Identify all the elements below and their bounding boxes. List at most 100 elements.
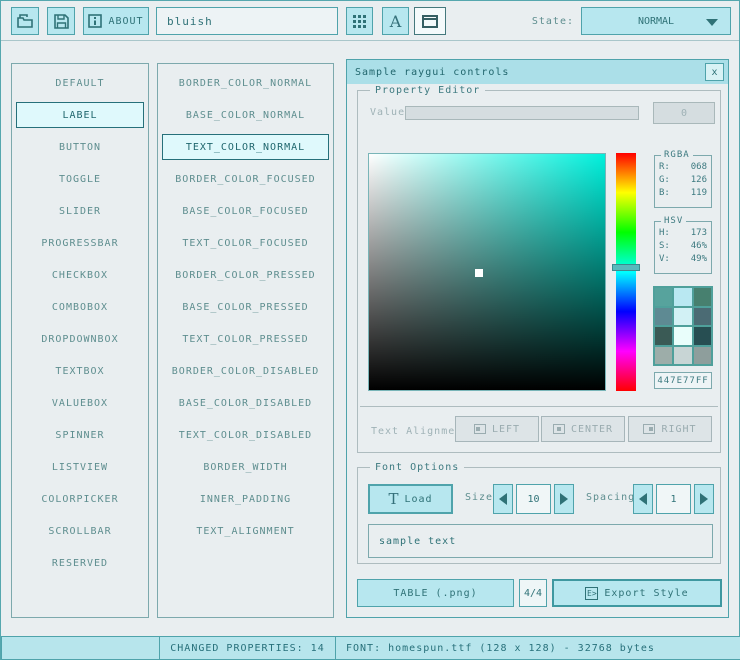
- status-changed-properties: CHANGED PROPERTIES: 14: [159, 636, 336, 660]
- chevron-left-icon: [639, 493, 647, 505]
- swatch-grid: [653, 286, 713, 366]
- r-label: R:: [659, 162, 670, 172]
- color-swatch[interactable]: [694, 308, 711, 326]
- color-swatch[interactable]: [694, 347, 711, 365]
- size-decrease-button[interactable]: [493, 484, 513, 514]
- window-titlebar[interactable]: Sample raygui controls x: [347, 60, 728, 84]
- color-swatch[interactable]: [694, 288, 711, 306]
- load-font-button[interactable]: T Load: [368, 484, 453, 514]
- table-export-format-button[interactable]: TABLE (.png): [357, 579, 514, 607]
- value-slider[interactable]: [405, 106, 639, 120]
- sample-controls-window: Sample raygui controls x Property Editor…: [346, 59, 729, 618]
- s-value: 46%: [691, 241, 707, 251]
- color-picker-panel[interactable]: [368, 153, 606, 391]
- align-right-button[interactable]: RIGHT: [628, 416, 712, 442]
- color-swatch[interactable]: [674, 327, 691, 345]
- list-item-base_color_disabled[interactable]: BASE_COLOR_DISABLED: [162, 390, 329, 416]
- list-item-base_color_normal[interactable]: BASE_COLOR_NORMAL: [162, 102, 329, 128]
- hue-slider-handle[interactable]: [612, 264, 640, 271]
- color-swatch[interactable]: [674, 347, 691, 365]
- list-item-label[interactable]: LABEL: [16, 102, 144, 128]
- list-item-valuebox[interactable]: VALUEBOX: [16, 390, 144, 416]
- g-label: G:: [659, 175, 670, 185]
- list-item-button[interactable]: BUTTON: [16, 134, 144, 160]
- list-item-listview[interactable]: LISTVIEW: [16, 454, 144, 480]
- controls-list[interactable]: DEFAULT LABEL BUTTON TOGGLE SLIDER PROGRESSBA…: [11, 63, 149, 618]
- color-swatch[interactable]: [674, 308, 691, 326]
- spacing-increase-button[interactable]: [694, 484, 714, 514]
- window-icon: [422, 15, 438, 28]
- value-box: 0: [653, 102, 715, 124]
- export-style-button[interactable]: E> Export Style: [552, 579, 722, 607]
- chevron-down-icon: [706, 19, 718, 26]
- hsv-group: HSV H:173 S:46% V:49%: [654, 221, 712, 274]
- about-button[interactable]: ABOUT: [83, 7, 149, 35]
- list-item-border_width[interactable]: BORDER_WIDTH: [162, 454, 329, 480]
- list-item-combobox[interactable]: COMBOBOX: [16, 294, 144, 320]
- align-left-icon: [474, 424, 486, 434]
- pages-indicator[interactable]: 4/4: [519, 579, 547, 607]
- open-style-button[interactable]: [11, 7, 39, 35]
- state-dropdown[interactable]: NORMAL: [581, 7, 731, 35]
- list-item-toggle[interactable]: TOGGLE: [16, 166, 144, 192]
- list-item-base_color_focused[interactable]: BASE_COLOR_FOCUSED: [162, 198, 329, 224]
- list-item-text_color_normal[interactable]: TEXT_COLOR_NORMAL: [162, 134, 329, 160]
- spacing-value-box[interactable]: 1: [656, 484, 691, 514]
- align-left-button[interactable]: LEFT: [455, 416, 539, 442]
- chevron-right-icon: [700, 493, 708, 505]
- export-style-label: Export Style: [604, 588, 688, 599]
- list-item-border_color_disabled[interactable]: BORDER_COLOR_DISABLED: [162, 358, 329, 384]
- list-item-inner_padding[interactable]: INNER_PADDING: [162, 486, 329, 512]
- align-center-button[interactable]: CENTER: [541, 416, 625, 442]
- list-item-progressbar[interactable]: PROGRESSBAR: [16, 230, 144, 256]
- list-item-border_color_focused[interactable]: BORDER_COLOR_FOCUSED: [162, 166, 329, 192]
- list-item-colorpicker[interactable]: COLORPICKER: [16, 486, 144, 512]
- property-editor-group: Property Editor Value: 0 RGBA R:068 G:12…: [357, 90, 721, 453]
- h-label: H:: [659, 228, 670, 238]
- list-item-border_color_pressed[interactable]: BORDER_COLOR_PRESSED: [162, 262, 329, 288]
- status-empty-cell: [1, 636, 160, 660]
- color-picker-cursor[interactable]: [475, 269, 483, 277]
- list-item-text_alignment[interactable]: TEXT_ALIGNMENT: [162, 518, 329, 544]
- status-font-info: FONT: homespun.ttf (128 x 128) - 32768 b…: [335, 636, 740, 660]
- color-swatch[interactable]: [655, 288, 672, 306]
- list-item-text_color_focused[interactable]: TEXT_COLOR_FOCUSED: [162, 230, 329, 256]
- list-item-checkbox[interactable]: CHECKBOX: [16, 262, 144, 288]
- properties-list[interactable]: BORDER_COLOR_NORMAL BASE_COLOR_NORMAL TEXT…: [157, 63, 334, 618]
- h-value: 173: [691, 228, 707, 238]
- color-swatch[interactable]: [655, 308, 672, 326]
- list-item-slider[interactable]: SLIDER: [16, 198, 144, 224]
- color-swatch[interactable]: [655, 347, 672, 365]
- list-item-spinner[interactable]: SPINNER: [16, 422, 144, 448]
- v-value: 49%: [691, 254, 707, 264]
- color-swatch[interactable]: [674, 288, 691, 306]
- color-swatch[interactable]: [694, 327, 711, 345]
- load-font-label: Load: [404, 494, 432, 505]
- list-item-default[interactable]: DEFAULT: [16, 70, 144, 96]
- font-options-group: Font Options T Load Size: 10 Spacing: 1 …: [357, 467, 721, 564]
- list-item-border_color_normal[interactable]: BORDER_COLOR_NORMAL: [162, 70, 329, 96]
- color-swatch[interactable]: [655, 327, 672, 345]
- window-view-button[interactable]: [414, 7, 446, 35]
- spacing-decrease-button[interactable]: [633, 484, 653, 514]
- g-value: 126: [691, 175, 707, 185]
- hex-value-box[interactable]: 447E77FF: [654, 372, 712, 389]
- list-item-scrollbar[interactable]: SCROLLBAR: [16, 518, 144, 544]
- hue-bar[interactable]: [616, 153, 636, 391]
- font-view-button[interactable]: A: [382, 7, 409, 35]
- list-item-dropdownbox[interactable]: DROPDOWNBOX: [16, 326, 144, 352]
- list-item-textbox[interactable]: TEXTBOX: [16, 358, 144, 384]
- b-value: 119: [691, 188, 707, 198]
- list-item-text_color_pressed[interactable]: TEXT_COLOR_PRESSED: [162, 326, 329, 352]
- sample-text-box[interactable]: sample text: [368, 524, 713, 558]
- window-close-button[interactable]: x: [705, 63, 724, 81]
- export-icon: E>: [585, 587, 598, 600]
- save-style-button[interactable]: [47, 7, 75, 35]
- style-name-input[interactable]: [156, 7, 338, 35]
- size-value-box[interactable]: 10: [516, 484, 551, 514]
- list-item-text_color_disabled[interactable]: TEXT_COLOR_DISABLED: [162, 422, 329, 448]
- list-item-reserved[interactable]: RESERVED: [16, 550, 144, 576]
- size-increase-button[interactable]: [554, 484, 574, 514]
- list-item-base_color_pressed[interactable]: BASE_COLOR_PRESSED: [162, 294, 329, 320]
- style-table-view-button[interactable]: [346, 7, 373, 35]
